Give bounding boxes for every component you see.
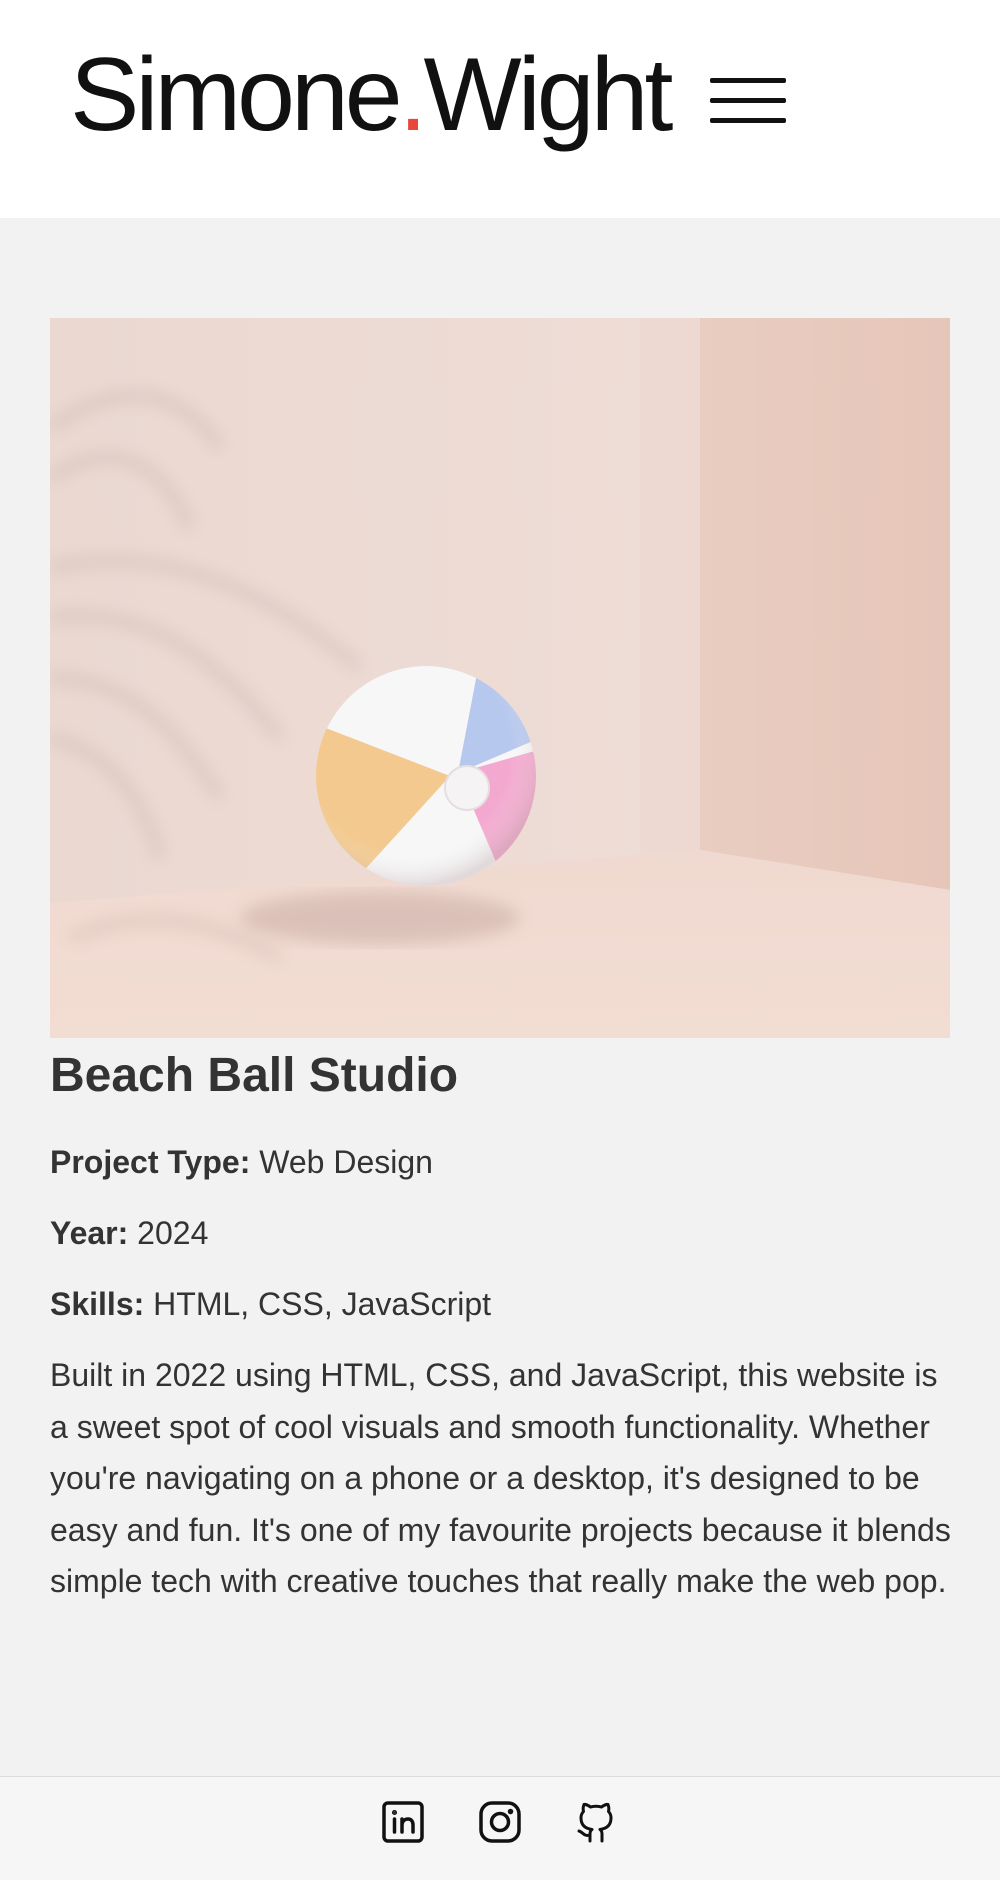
linkedin-icon[interactable]: [380, 1799, 426, 1845]
project-skills-value: HTML, CSS, JavaScript: [153, 1286, 492, 1322]
project-year-label: Year:: [50, 1215, 129, 1251]
project-type-value: Web Design: [259, 1144, 433, 1180]
project-skills-label: Skills:: [50, 1286, 145, 1322]
project-title: Beach Ball Studio: [50, 1049, 459, 1102]
site-logo[interactable]: Simone.Wight: [70, 30, 674, 160]
project-type: Project Type: Web Design: [50, 1142, 433, 1182]
logo-last-name: Wight: [423, 37, 674, 153]
project-year-value: 2024: [137, 1215, 209, 1251]
project-description: Built in 2022 using HTML, CSS, and JavaS…: [50, 1357, 951, 1599]
project-image: [50, 318, 950, 1038]
site-footer: [0, 1776, 1000, 1880]
logo-first-name: Simone: [70, 37, 403, 153]
project-year: Year: 2024: [50, 1213, 208, 1253]
logo-dot: .: [398, 37, 428, 153]
project-type-label: Project Type:: [50, 1144, 251, 1180]
site-header: Simone.Wight: [0, 0, 1000, 218]
hamburger-menu-icon[interactable]: [710, 72, 786, 130]
project-skills: Skills: HTML, CSS, JavaScript: [50, 1284, 491, 1324]
github-icon[interactable]: [573, 1799, 619, 1845]
instagram-icon[interactable]: [477, 1799, 523, 1845]
